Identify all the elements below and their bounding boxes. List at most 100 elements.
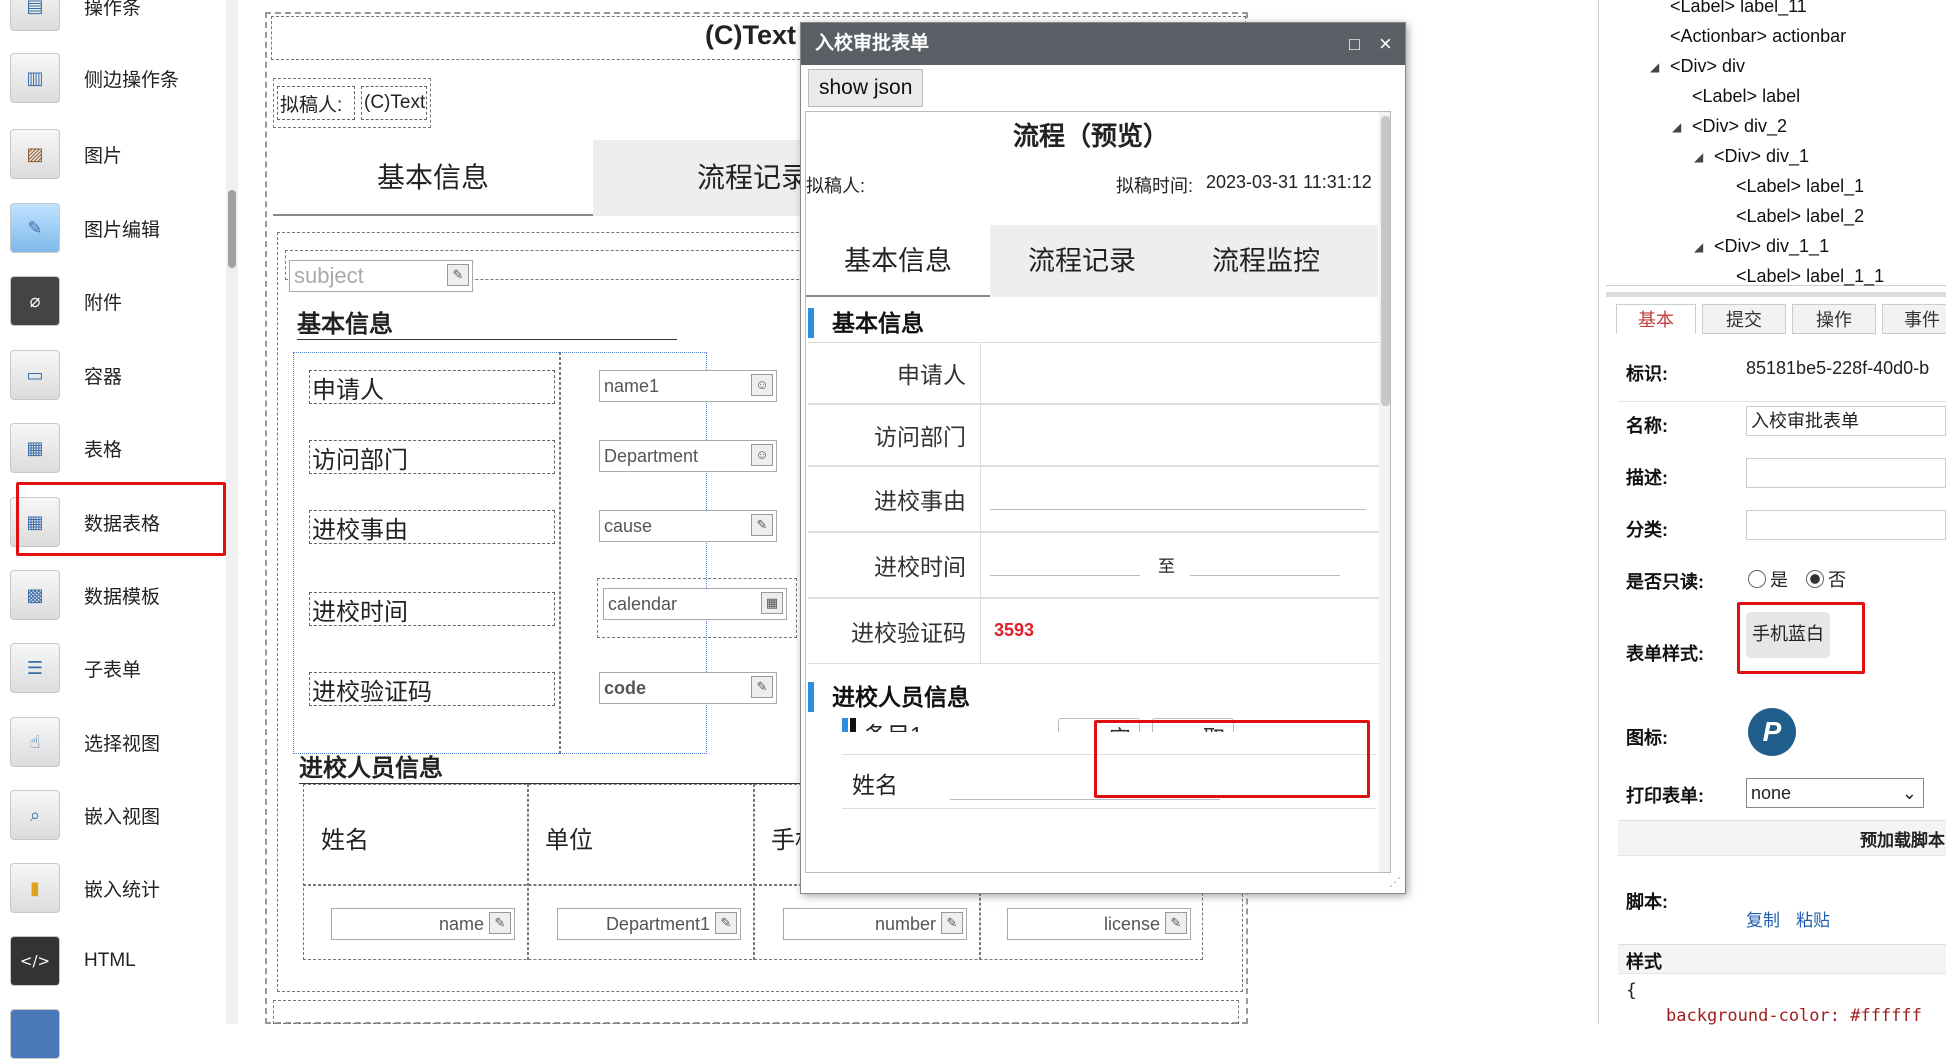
design-grid-input[interactable]: name ✎ — [331, 908, 515, 940]
palette-item-image[interactable]: ▨ 图片 — [10, 126, 220, 182]
palette-item-data-template[interactable]: ▩ 数据模板 — [10, 567, 220, 623]
resize-grip-icon[interactable]: ⋰ — [1389, 875, 1401, 889]
tree-node[interactable]: <Actionbar> actionbar — [1670, 26, 1846, 47]
design-field-label[interactable]: 访问部门 — [309, 440, 555, 474]
preview-col-divider — [980, 342, 981, 664]
palette-item-container[interactable]: ▭ 容器 — [10, 347, 220, 403]
show-json-button[interactable]: show json — [808, 69, 924, 107]
prop-css-label: 样式 — [1626, 952, 1662, 972]
design-grid-input[interactable]: license ✎ — [1007, 908, 1191, 940]
highlight-box-datatable — [16, 482, 226, 556]
form-icon-p[interactable]: P — [1748, 708, 1796, 756]
design-footer-row[interactable] — [273, 1000, 1239, 1024]
dialog-titlebar[interactable]: 入校审批表单 — [801, 23, 1405, 65]
copy-link[interactable]: 复制 — [1746, 906, 1780, 931]
tree-node[interactable]: <Label> label_1 — [1736, 176, 1864, 197]
prop-readonly-label: 是否只读: — [1626, 572, 1704, 592]
prop-name-input[interactable]: 入校审批表单 — [1746, 406, 1946, 436]
tree-node[interactable]: <Label> label_11 — [1670, 0, 1807, 17]
design-grid-divider — [527, 784, 529, 960]
preview-drafter-label: 拟稿人: — [806, 176, 866, 196]
palette-item-subform[interactable]: ☰ 子表单 — [10, 640, 220, 696]
tree-node[interactable]: <Label> label_2 — [1736, 206, 1864, 227]
tree-node[interactable]: <Label> label — [1692, 86, 1800, 107]
palette-item-attachment[interactable]: ⌀ 附件 — [10, 273, 220, 329]
tree-node[interactable]: <Label> label_1_1 — [1736, 266, 1884, 287]
component-tree[interactable]: <Label> label_11 <Actionbar> actionbar ◢… — [1606, 0, 1946, 286]
props-tab-action[interactable]: 操作 — [1792, 304, 1876, 334]
preview-field-label: 进校时间 — [874, 554, 966, 580]
sidebar-actionbar-icon: ▥ — [10, 53, 60, 103]
dialog-title: 入校审批表单 — [815, 33, 930, 54]
design-grid-input[interactable]: Department1 ✎ — [557, 908, 741, 940]
preview-code-value[interactable]: 3593 — [994, 620, 1034, 641]
preview-tab-flow[interactable]: 流程记录 — [990, 225, 1174, 297]
design-grid-input[interactable]: number ✎ — [783, 908, 967, 940]
design-grid-divider — [753, 784, 755, 960]
collapse-triangle-icon[interactable]: ◢ — [1650, 60, 1659, 74]
maximize-icon[interactable]: □ — [1349, 31, 1360, 57]
preview-drafttime-label: 拟稿时间: — [1116, 176, 1194, 196]
design-tab-basic[interactable]: 基本信息 — [273, 140, 593, 216]
prop-desc-input[interactable] — [1746, 458, 1946, 488]
design-field-input[interactable]: code ✎ — [599, 672, 777, 704]
edit-icon: ✎ — [751, 676, 773, 698]
design-grid-header: 姓名 — [321, 827, 369, 854]
collapse-triangle-icon[interactable]: ◢ — [1694, 150, 1703, 164]
design-drafter-value[interactable]: (C)Text — [361, 86, 427, 120]
preview-time-end[interactable] — [1190, 536, 1340, 576]
radio-no[interactable] — [1806, 570, 1824, 588]
edit-icon: ✎ — [489, 912, 511, 934]
item-bottom-divider — [842, 808, 1376, 809]
palette-item-select-view[interactable]: ☝ 选择视图 — [10, 714, 220, 770]
preview-tab-basic[interactable]: 基本信息 — [806, 225, 990, 297]
props-tab-event[interactable]: 事件 — [1882, 304, 1946, 334]
edit-icon: ✎ — [751, 514, 773, 536]
user-icon: ☺ — [751, 444, 773, 466]
props-tab-basic[interactable]: 基本 — [1616, 304, 1696, 334]
collapse-triangle-icon[interactable]: ◢ — [1694, 240, 1703, 254]
palette-scrollbar-track[interactable] — [226, 0, 238, 1024]
collapse-triangle-icon[interactable]: ◢ — [1672, 120, 1681, 134]
prop-name-label: 名称: — [1626, 416, 1668, 436]
edit-icon: ✎ — [941, 912, 963, 934]
design-field-label[interactable]: 进校时间 — [309, 592, 555, 626]
preview-time-start[interactable] — [990, 536, 1140, 576]
tree-node[interactable]: <Div> div_2 — [1692, 116, 1787, 137]
prop-print-select[interactable]: none ⌄ — [1746, 778, 1924, 808]
palette-item-html[interactable]: </> HTML — [10, 933, 220, 989]
palette-item-actionbar[interactable]: ▤ 操作条 — [10, 0, 220, 34]
prop-category-input[interactable] — [1746, 510, 1946, 540]
palette-item-label: 容器 — [84, 366, 123, 388]
paste-link[interactable]: 粘贴 — [1796, 906, 1830, 931]
radio-yes[interactable] — [1748, 570, 1766, 588]
palette-item-sidebar-actionbar[interactable]: ▥ 侧边操作条 — [10, 50, 220, 106]
tree-node[interactable]: <Div> div — [1670, 56, 1745, 77]
palette-item-embed-view[interactable]: ⌕ 嵌入视图 — [10, 787, 220, 843]
palette-item-embed-chart[interactable]: ▮ 嵌入统计 — [10, 860, 220, 916]
design-field-label[interactable]: 进校事由 — [309, 510, 555, 544]
palette-scrollbar-thumb[interactable] — [228, 190, 236, 268]
tree-node[interactable]: <Div> div_1_1 — [1714, 236, 1829, 257]
design-field-label[interactable]: 进校验证码 — [309, 672, 555, 706]
preview-field-label: 进校验证码 — [851, 620, 966, 646]
close-icon[interactable]: × — [1379, 31, 1392, 57]
preview-scrollbar-thumb[interactable] — [1381, 116, 1390, 406]
css-code-line[interactable]: background-color: #ffffff — [1666, 1006, 1922, 1026]
design-drafter-label[interactable]: 拟稿人: — [277, 86, 355, 120]
design-field-input[interactable]: name1 ☺ — [599, 370, 777, 402]
preview-cause-input[interactable] — [990, 470, 1366, 510]
preview-tab-monitor[interactable]: 流程监控 — [1174, 225, 1358, 297]
panel-splitter[interactable] — [1606, 292, 1946, 297]
palette-item-table[interactable]: ▦ 表格 — [10, 420, 220, 476]
tree-node[interactable]: <Div> div_1 — [1714, 146, 1809, 167]
palette-item-image-edit[interactable]: ✎ 图片编辑 — [10, 200, 220, 256]
design-subject-input[interactable]: subject ✎ — [289, 260, 473, 292]
design-field-input[interactable]: Department ☺ — [599, 440, 777, 472]
design-field-label[interactable]: 申请人 — [309, 370, 555, 404]
design-field-input[interactable]: cause ✎ — [599, 510, 777, 542]
design-field-input[interactable]: calendar ▦ — [603, 588, 787, 620]
props-tab-submit[interactable]: 提交 — [1702, 304, 1786, 334]
palette-item-more[interactable] — [10, 1006, 220, 1062]
radio-no-label: 否 — [1828, 570, 1846, 590]
